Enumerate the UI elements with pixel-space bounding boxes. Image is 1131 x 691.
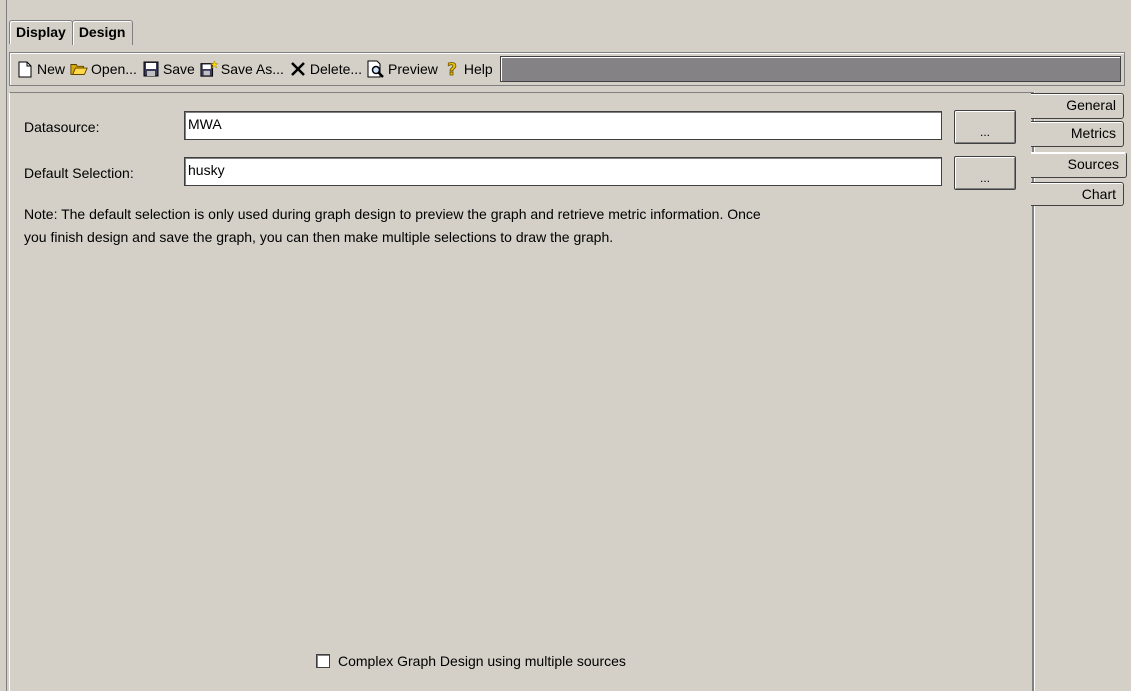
save-as-button[interactable]: Save As... (200, 60, 284, 78)
side-tab-sources[interactable]: Sources (1031, 152, 1127, 178)
floppy-star-icon (200, 60, 218, 78)
x-icon (289, 60, 307, 78)
note-line-2: you finish design and save the graph, yo… (24, 229, 614, 245)
magnifier-icon (367, 60, 385, 78)
top-tab-bar: Display Design (9, 20, 133, 45)
side-tab-metrics[interactable]: Metrics (1031, 121, 1124, 147)
tab-display[interactable]: Display (9, 20, 73, 44)
delete-button[interactable]: Delete... (289, 60, 362, 78)
preview-button[interactable]: Preview (367, 60, 438, 78)
default-selection-field[interactable]: husky (184, 157, 942, 186)
folder-open-icon (70, 60, 88, 78)
complex-design-option[interactable]: Complex Graph Design using multiple sour… (316, 653, 626, 669)
toolbar: New Open... Save Save As... Delete... Pr… (9, 52, 1125, 86)
save-button[interactable]: Save (142, 60, 195, 78)
save-as-label: Save As... (220, 61, 284, 77)
document-icon (16, 60, 34, 78)
toolbar-status-area (499, 56, 1121, 82)
complex-design-label: Complex Graph Design using multiple sour… (338, 653, 626, 669)
save-label: Save (162, 61, 195, 77)
default-selection-label: Default Selection: (24, 165, 134, 181)
help-label: Help (463, 61, 493, 77)
datasource-label: Datasource: (24, 119, 100, 135)
side-tab-chart[interactable]: Chart (1031, 182, 1124, 206)
open-button[interactable]: Open... (70, 60, 137, 78)
new-label: New (37, 61, 66, 77)
tab-design[interactable]: Design (71, 20, 133, 45)
side-tab-general[interactable]: General (1031, 93, 1124, 119)
preview-label: Preview (388, 61, 438, 77)
delete-label: Delete... (309, 61, 363, 77)
open-label: Open... (91, 61, 137, 77)
note-text: Note: The default selection is only used… (24, 203, 1029, 249)
svg-text:?: ? (447, 60, 457, 78)
datasource-field[interactable]: MWA (184, 111, 942, 140)
help-button[interactable]: ? Help (443, 60, 493, 78)
new-button[interactable]: New (16, 60, 65, 78)
note-line-1: Note: The default selection is only used… (24, 206, 761, 222)
datasource-browse-button[interactable]: ... (954, 110, 1016, 144)
default-selection-browse-button[interactable]: ... (954, 156, 1016, 190)
floppy-icon (142, 60, 160, 78)
question-icon: ? (443, 60, 461, 78)
complex-design-checkbox[interactable] (316, 654, 330, 668)
